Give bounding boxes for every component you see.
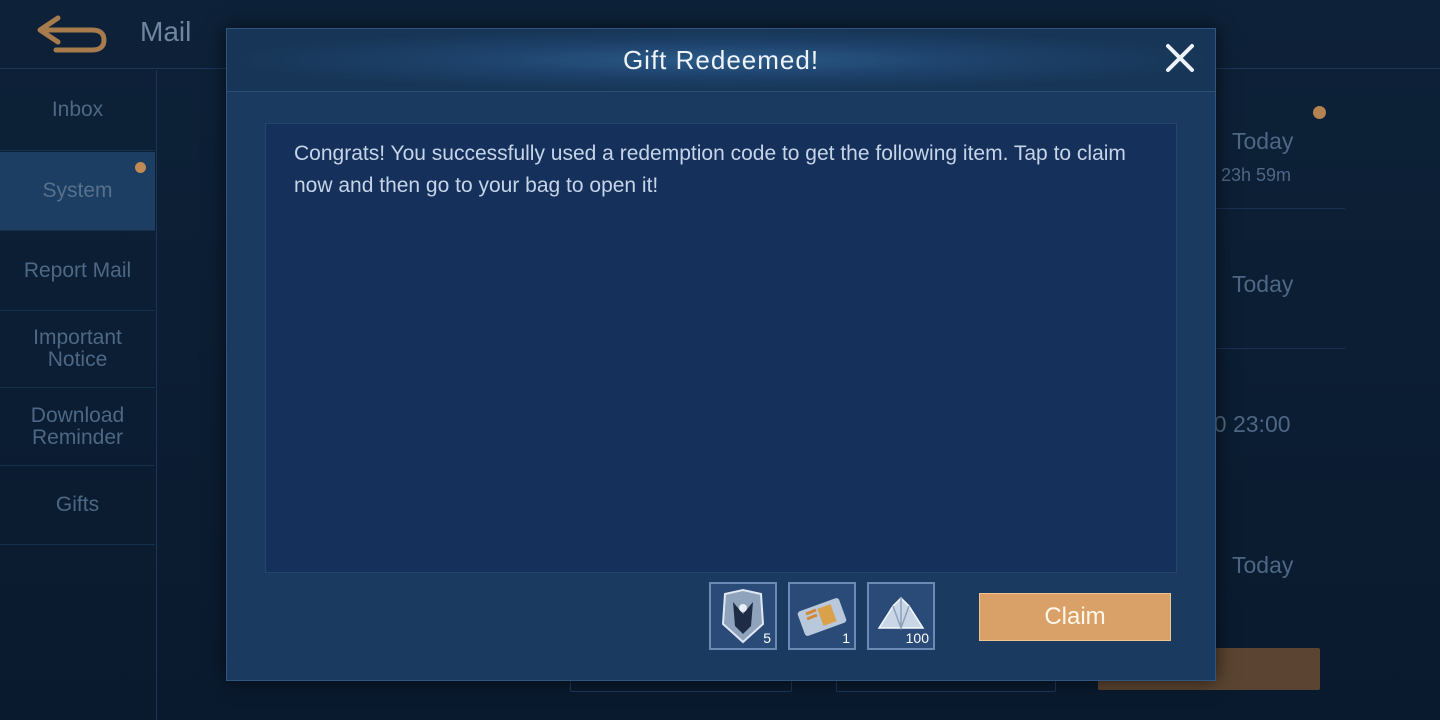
reward-item[interactable]: 100	[867, 582, 935, 650]
item-quantity: 100	[905, 630, 929, 646]
mail-time: Today	[1232, 552, 1294, 578]
claim-button[interactable]: Claim	[979, 593, 1171, 641]
list-divider	[1215, 348, 1345, 349]
sidebar-item-system[interactable]: System	[0, 152, 155, 231]
sidebar-item-label: Gifts	[55, 493, 100, 516]
sidebar-item-report-mail[interactable]: Report Mail	[0, 232, 155, 311]
close-icon	[1166, 44, 1194, 72]
reward-item[interactable]: 1	[788, 582, 856, 650]
sidebar-item-label: System	[42, 179, 113, 202]
sidebar-item-important-notice[interactable]: Important Notice	[0, 310, 155, 388]
mail-time: Today	[1232, 128, 1294, 154]
message-box: Congrats! You successfully used a redemp…	[265, 123, 1177, 573]
page-title: Mail	[140, 16, 192, 47]
mail-time: Today	[1232, 271, 1294, 297]
dialog-title: Gift Redeemed!	[622, 45, 820, 75]
sidebar-item-inbox[interactable]: Inbox	[0, 70, 155, 151]
unread-dot	[1313, 106, 1326, 119]
list-divider	[1215, 208, 1345, 209]
close-button[interactable]	[1163, 41, 1197, 75]
back-button[interactable]	[34, 12, 110, 56]
sidebar-item-label: Download Reminder	[30, 403, 125, 449]
mail-countdown: 23h 59m	[1221, 165, 1292, 185]
gift-redeemed-dialog: Gift Redeemed! Congrats! You successfull…	[226, 28, 1216, 681]
message-text: Congrats! You successfully used a redemp…	[294, 142, 1126, 197]
unread-dot	[135, 162, 146, 173]
sidebar-item-label: Report Mail	[23, 259, 132, 282]
sidebar-item-label: Important Notice	[33, 325, 122, 371]
sidebar: Inbox System Report Mail Important Notic…	[0, 70, 157, 720]
sidebar-item-gifts[interactable]: Gifts	[0, 466, 155, 545]
item-quantity: 5	[763, 630, 771, 646]
dialog-header: Gift Redeemed!	[227, 29, 1215, 92]
reward-item[interactable]: 5	[709, 582, 777, 650]
back-arrow-icon	[37, 15, 107, 53]
sidebar-item-download-reminder[interactable]: Download Reminder	[0, 388, 155, 466]
sidebar-item-label: Inbox	[51, 98, 104, 121]
item-quantity: 1	[842, 630, 850, 646]
